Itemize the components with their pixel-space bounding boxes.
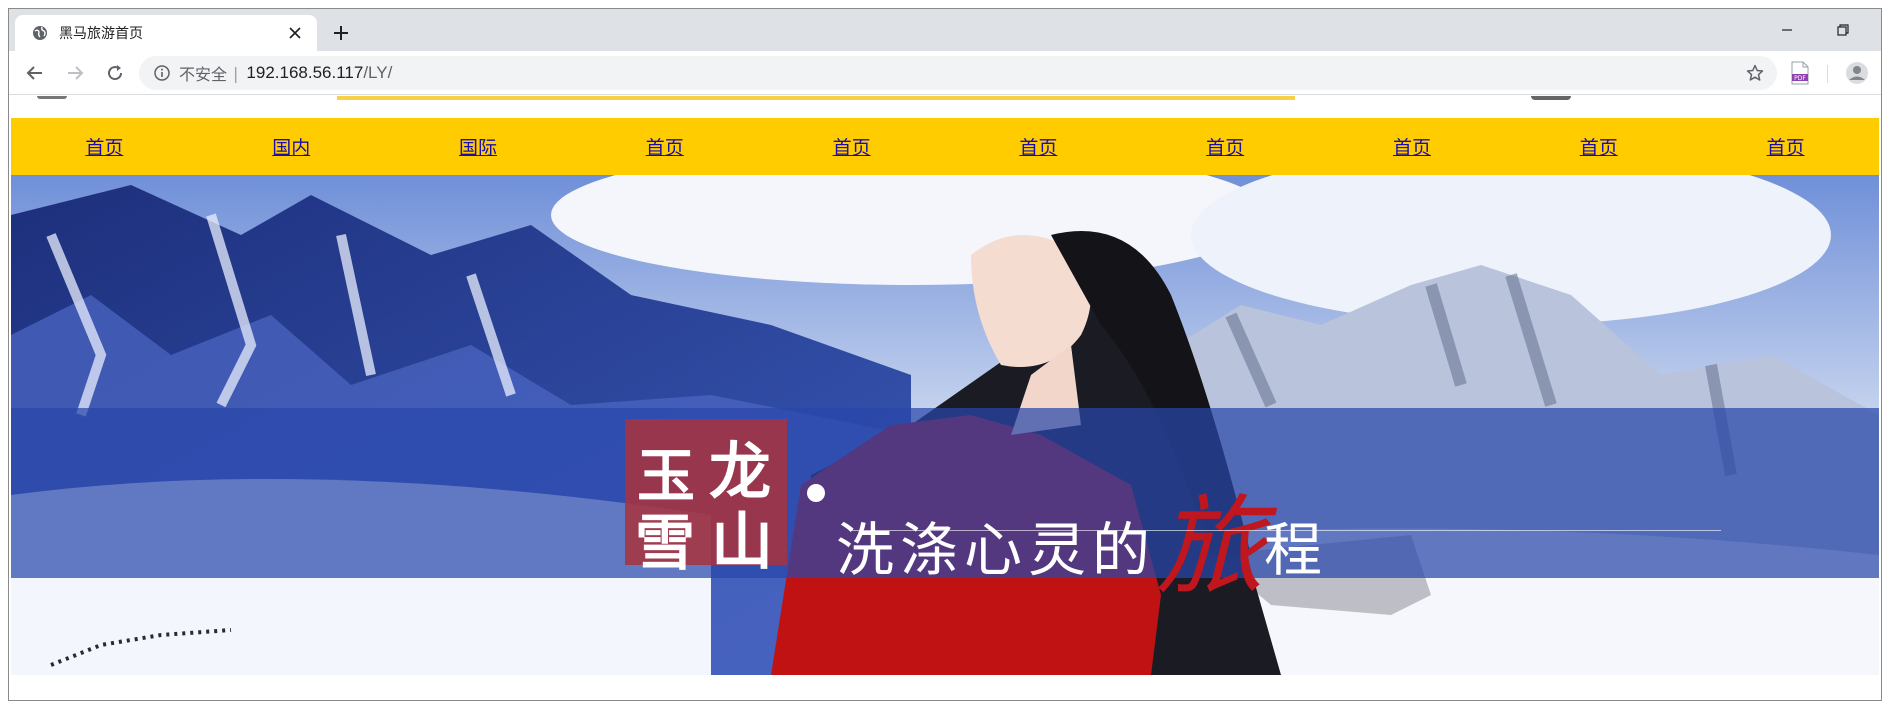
nav-item-home-9[interactable]: 首页 bbox=[1505, 133, 1692, 160]
page-viewport: 首页 国内 国际 首页 首页 首页 首页 首页 首页 首页 玉 龙 雪 山 洗涤… bbox=[11, 96, 1879, 700]
minimize-button[interactable] bbox=[1764, 17, 1810, 43]
slogan-underline bbox=[851, 530, 1721, 531]
restore-button[interactable] bbox=[1820, 17, 1866, 43]
profile-avatar-icon[interactable] bbox=[1845, 61, 1869, 85]
nav-item-home-5[interactable]: 首页 bbox=[758, 133, 945, 160]
url-path: /LY/ bbox=[363, 63, 393, 82]
toolbar-divider bbox=[1827, 65, 1828, 83]
browser-tab[interactable]: 黑马旅游首页 bbox=[15, 15, 317, 51]
header-image-remnant bbox=[37, 96, 67, 99]
tab-strip: 黑马旅游首页 bbox=[9, 9, 1881, 51]
back-button[interactable] bbox=[21, 59, 49, 87]
address-bar[interactable]: 不安全 | 192.168.56.117 /LY/ bbox=[139, 56, 1777, 90]
security-label: 不安全 bbox=[179, 65, 228, 84]
banner-slogan: 洗涤心灵的旅程 bbox=[836, 460, 1328, 616]
nav-item-home[interactable]: 首页 bbox=[11, 133, 198, 160]
hero-banner[interactable]: 玉 龙 雪 山 洗涤心灵的旅程 bbox=[11, 175, 1879, 675]
slogan-highlight: 旅 bbox=[1156, 485, 1265, 610]
pdf-extension-label: PDF bbox=[1794, 75, 1806, 82]
title-char-4: 山 bbox=[711, 505, 774, 578]
nav-item-domestic[interactable]: 国内 bbox=[198, 133, 385, 160]
nav-item-home-6[interactable]: 首页 bbox=[945, 133, 1132, 160]
pdf-extension-icon[interactable]: PDF bbox=[1789, 61, 1811, 85]
browser-toolbar: 不安全 | 192.168.56.117 /LY/ PDF bbox=[9, 51, 1881, 95]
reload-button[interactable] bbox=[101, 59, 129, 87]
header-hotline-remnant bbox=[1531, 96, 1571, 100]
new-tab-button[interactable] bbox=[327, 19, 355, 47]
nav-item-home-8[interactable]: 首页 bbox=[1319, 133, 1506, 160]
bookmark-star-icon[interactable] bbox=[1745, 63, 1765, 83]
globe-icon bbox=[31, 24, 49, 42]
nav-item-home-10[interactable]: 首页 bbox=[1692, 133, 1879, 160]
banner-caption: 玉 龙 雪 山 洗涤心灵的旅程 bbox=[11, 408, 1879, 610]
slogan-text: 洗涤心灵的 bbox=[836, 516, 1157, 584]
forward-button[interactable] bbox=[61, 59, 89, 87]
security-separator: | bbox=[233, 63, 239, 83]
browser-window: 黑马旅游首页 不安全 | 192.168.56.117 /LY/ PDF 首页 … bbox=[8, 8, 1882, 701]
nav-item-home-4[interactable]: 首页 bbox=[571, 133, 758, 160]
main-nav: 首页 国内 国际 首页 首页 首页 首页 首页 首页 首页 bbox=[11, 118, 1879, 175]
tab-title: 黑马旅游首页 bbox=[59, 26, 143, 42]
nav-item-home-7[interactable]: 首页 bbox=[1132, 133, 1319, 160]
banner-title-box: 玉 龙 雪 山 bbox=[625, 419, 787, 579]
close-tab-icon[interactable] bbox=[285, 23, 305, 43]
header-search-remnant bbox=[337, 96, 1295, 100]
info-icon[interactable] bbox=[153, 64, 171, 82]
url-host: 192.168.56.117 bbox=[246, 63, 364, 82]
slogan-end: 程 bbox=[1264, 516, 1329, 584]
nav-item-international[interactable]: 国际 bbox=[385, 133, 572, 160]
title-char-3: 雪 bbox=[635, 509, 695, 579]
caption-dot bbox=[807, 484, 825, 502]
